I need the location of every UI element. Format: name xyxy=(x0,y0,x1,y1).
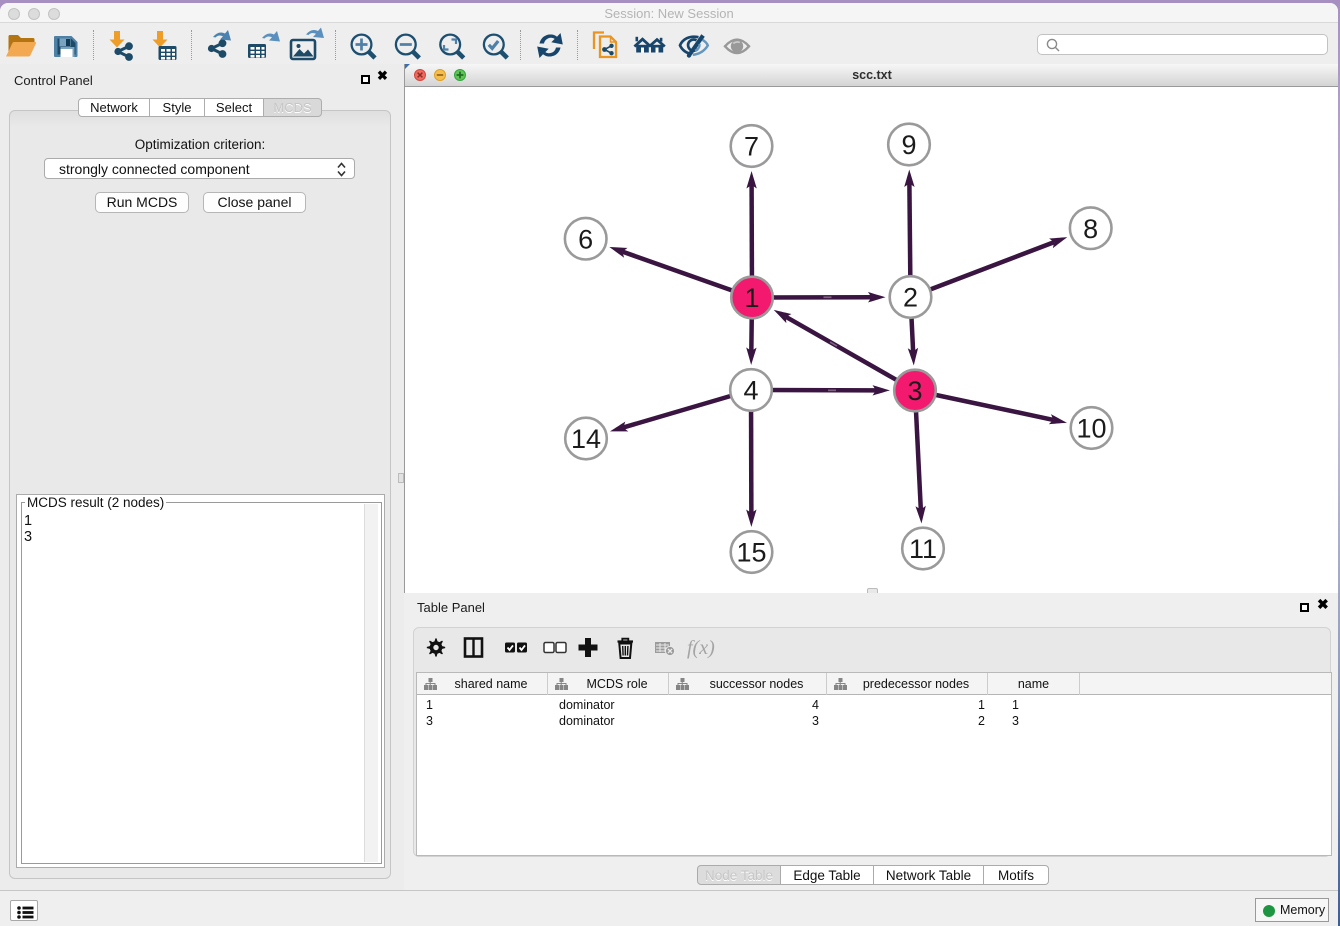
svg-text:f(x): f(x) xyxy=(687,637,715,659)
svg-text:2: 2 xyxy=(903,283,918,313)
svg-text:1: 1 xyxy=(744,283,759,313)
svg-text:6: 6 xyxy=(578,224,593,254)
svg-text:8: 8 xyxy=(1083,214,1098,244)
svg-text:11: 11 xyxy=(909,534,937,564)
svg-text:10: 10 xyxy=(1076,414,1106,444)
svg-text:15: 15 xyxy=(736,538,766,568)
svg-text:9: 9 xyxy=(901,130,916,160)
svg-text:14: 14 xyxy=(571,424,601,454)
svg-text:4: 4 xyxy=(743,376,758,406)
svg-text:7: 7 xyxy=(744,132,759,162)
svg-text:3: 3 xyxy=(907,376,922,406)
